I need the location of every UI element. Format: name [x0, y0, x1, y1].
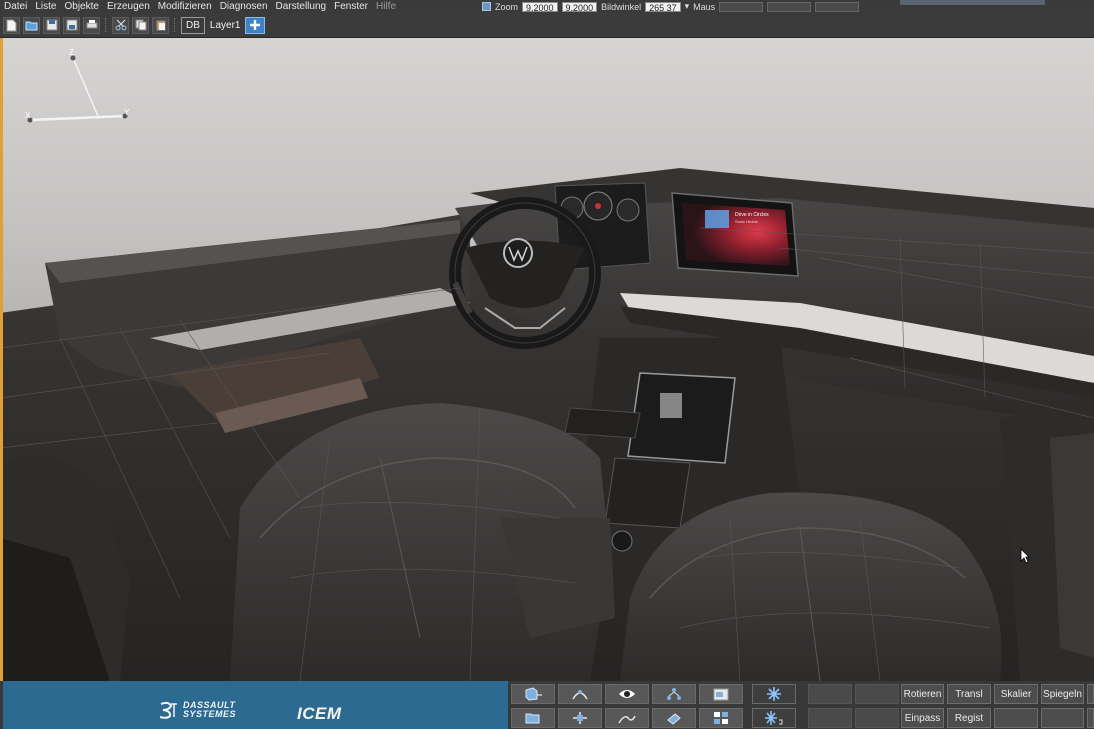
view-box-icon[interactable] [511, 684, 555, 704]
save-as-icon[interactable] [63, 16, 80, 34]
empty-slot-2[interactable] [855, 684, 899, 704]
window-edge [0, 38, 3, 681]
mouse-cursor-icon [1020, 548, 1030, 569]
axis-z-label: Z [69, 48, 74, 57]
window-image-icon[interactable] [699, 684, 743, 704]
menu-hilfe[interactable]: Hilfe [372, 0, 400, 13]
menu-erzeugen[interactable]: Erzeugen [103, 0, 154, 13]
plane-cross-icon[interactable] [558, 708, 602, 728]
open-folder-icon[interactable] [23, 16, 40, 34]
menu-modifizieren[interactable]: Modifizieren [154, 0, 216, 13]
empty-slot-1[interactable] [808, 684, 852, 704]
icem-application-window: Datei Liste Objekte Erzeugen Modifiziere… [0, 0, 1094, 729]
tree-structure-icon[interactable] [652, 684, 696, 704]
arc-tool-icon[interactable] [558, 684, 602, 704]
copy-icon[interactable] [132, 16, 149, 34]
print-icon[interactable] [83, 16, 100, 34]
view-angle-field[interactable]: 265 37 [645, 1, 681, 13]
icem-logo: ICEM [297, 704, 342, 723]
freeze-icon[interactable] [752, 684, 796, 704]
empty-slot-3[interactable] [808, 708, 852, 728]
grid-icon[interactable] [699, 708, 743, 728]
menu-diagnosen[interactable]: Diagnosen [216, 0, 272, 13]
spiegeln-button[interactable]: Spiegeln [1041, 684, 1084, 704]
empty-slot-4[interactable] [855, 708, 899, 728]
main-toolbar: DB Layer1 [0, 13, 1094, 38]
view-angle-label: Bildwinkel [601, 1, 642, 12]
infotainment-title: Drive in Circles [735, 212, 769, 218]
new-file-icon[interactable] [3, 16, 20, 34]
toolbar-separator [174, 18, 176, 32]
empty-text-button-2[interactable] [1041, 708, 1084, 728]
menu-darstellung[interactable]: Darstellung [272, 0, 331, 13]
transl-button[interactable]: Transl [947, 684, 991, 704]
zoom-field-1[interactable]: 9.2000 [522, 1, 558, 13]
freeze-settings-icon[interactable] [752, 708, 796, 728]
axis-y-label: Y [124, 108, 130, 117]
menu-datei[interactable]: Datei [0, 0, 31, 13]
open-folder-icon[interactable] [511, 708, 555, 728]
rotieren-button[interactable]: Rotieren [901, 684, 944, 704]
status-panel [900, 0, 1045, 5]
active-layer-label[interactable]: Layer1 [208, 20, 243, 31]
menu-objekte[interactable]: Objekte [60, 0, 102, 13]
save-icon[interactable] [43, 16, 60, 34]
car-interior-model[interactable] [0, 38, 1094, 681]
dassault-text-2: SYSTEMES [183, 709, 237, 719]
eye-icon[interactable] [605, 684, 649, 704]
eraser-icon[interactable] [652, 708, 696, 728]
3d-viewport[interactable]: Z X Y Drive in Circles Sonic Hearts [0, 38, 1094, 681]
dassault-logo: DASSAULT SYSTEMES [159, 701, 236, 719]
skalier-button[interactable]: Skalier [994, 684, 1038, 704]
menu-bar: Datei Liste Objekte Erzeugen Modifiziere… [0, 0, 1094, 13]
view-parameters: Zoom 9.2000 9.2000 Bildwinkel 265 37 ▾ M… [482, 0, 860, 13]
overflow-button-2[interactable] [1087, 708, 1094, 728]
regist-button[interactable]: Regist [947, 708, 991, 728]
menu-fenster[interactable]: Fenster [330, 0, 372, 13]
mouse-field-2[interactable] [767, 1, 812, 12]
surface-icon[interactable] [605, 708, 649, 728]
dassault-3ds-icon [159, 701, 177, 719]
paste-icon[interactable] [152, 16, 169, 34]
axis-triad [27, 55, 128, 123]
mouse-field-3[interactable] [815, 1, 860, 12]
database-button[interactable]: DB [181, 16, 205, 34]
einpass-button[interactable]: Einpass [901, 708, 944, 728]
overflow-button[interactable] [1087, 684, 1094, 704]
menu-liste[interactable]: Liste [31, 0, 60, 13]
empty-text-button-1[interactable] [994, 708, 1038, 728]
add-layer-icon[interactable] [245, 16, 266, 34]
dropdown-arrow-icon[interactable]: ▾ [685, 1, 690, 12]
mouse-label: Maus [693, 1, 716, 12]
cut-icon[interactable] [112, 16, 129, 34]
zoom-lock-icon[interactable] [482, 2, 491, 11]
axis-x-label: X [25, 111, 31, 120]
infotainment-subtitle: Sonic Hearts [735, 219, 758, 224]
zoom-label: Zoom [495, 1, 519, 12]
brand-panel: DASSAULT SYSTEMES ICEM [3, 681, 508, 729]
zoom-field-2[interactable]: 9.2000 [561, 1, 598, 13]
toolbar-separator [105, 18, 107, 32]
bottom-tool-panel: DASSAULT SYSTEMES ICEM Rotieren Transl S… [0, 681, 1094, 729]
mouse-field-1[interactable] [719, 1, 764, 12]
